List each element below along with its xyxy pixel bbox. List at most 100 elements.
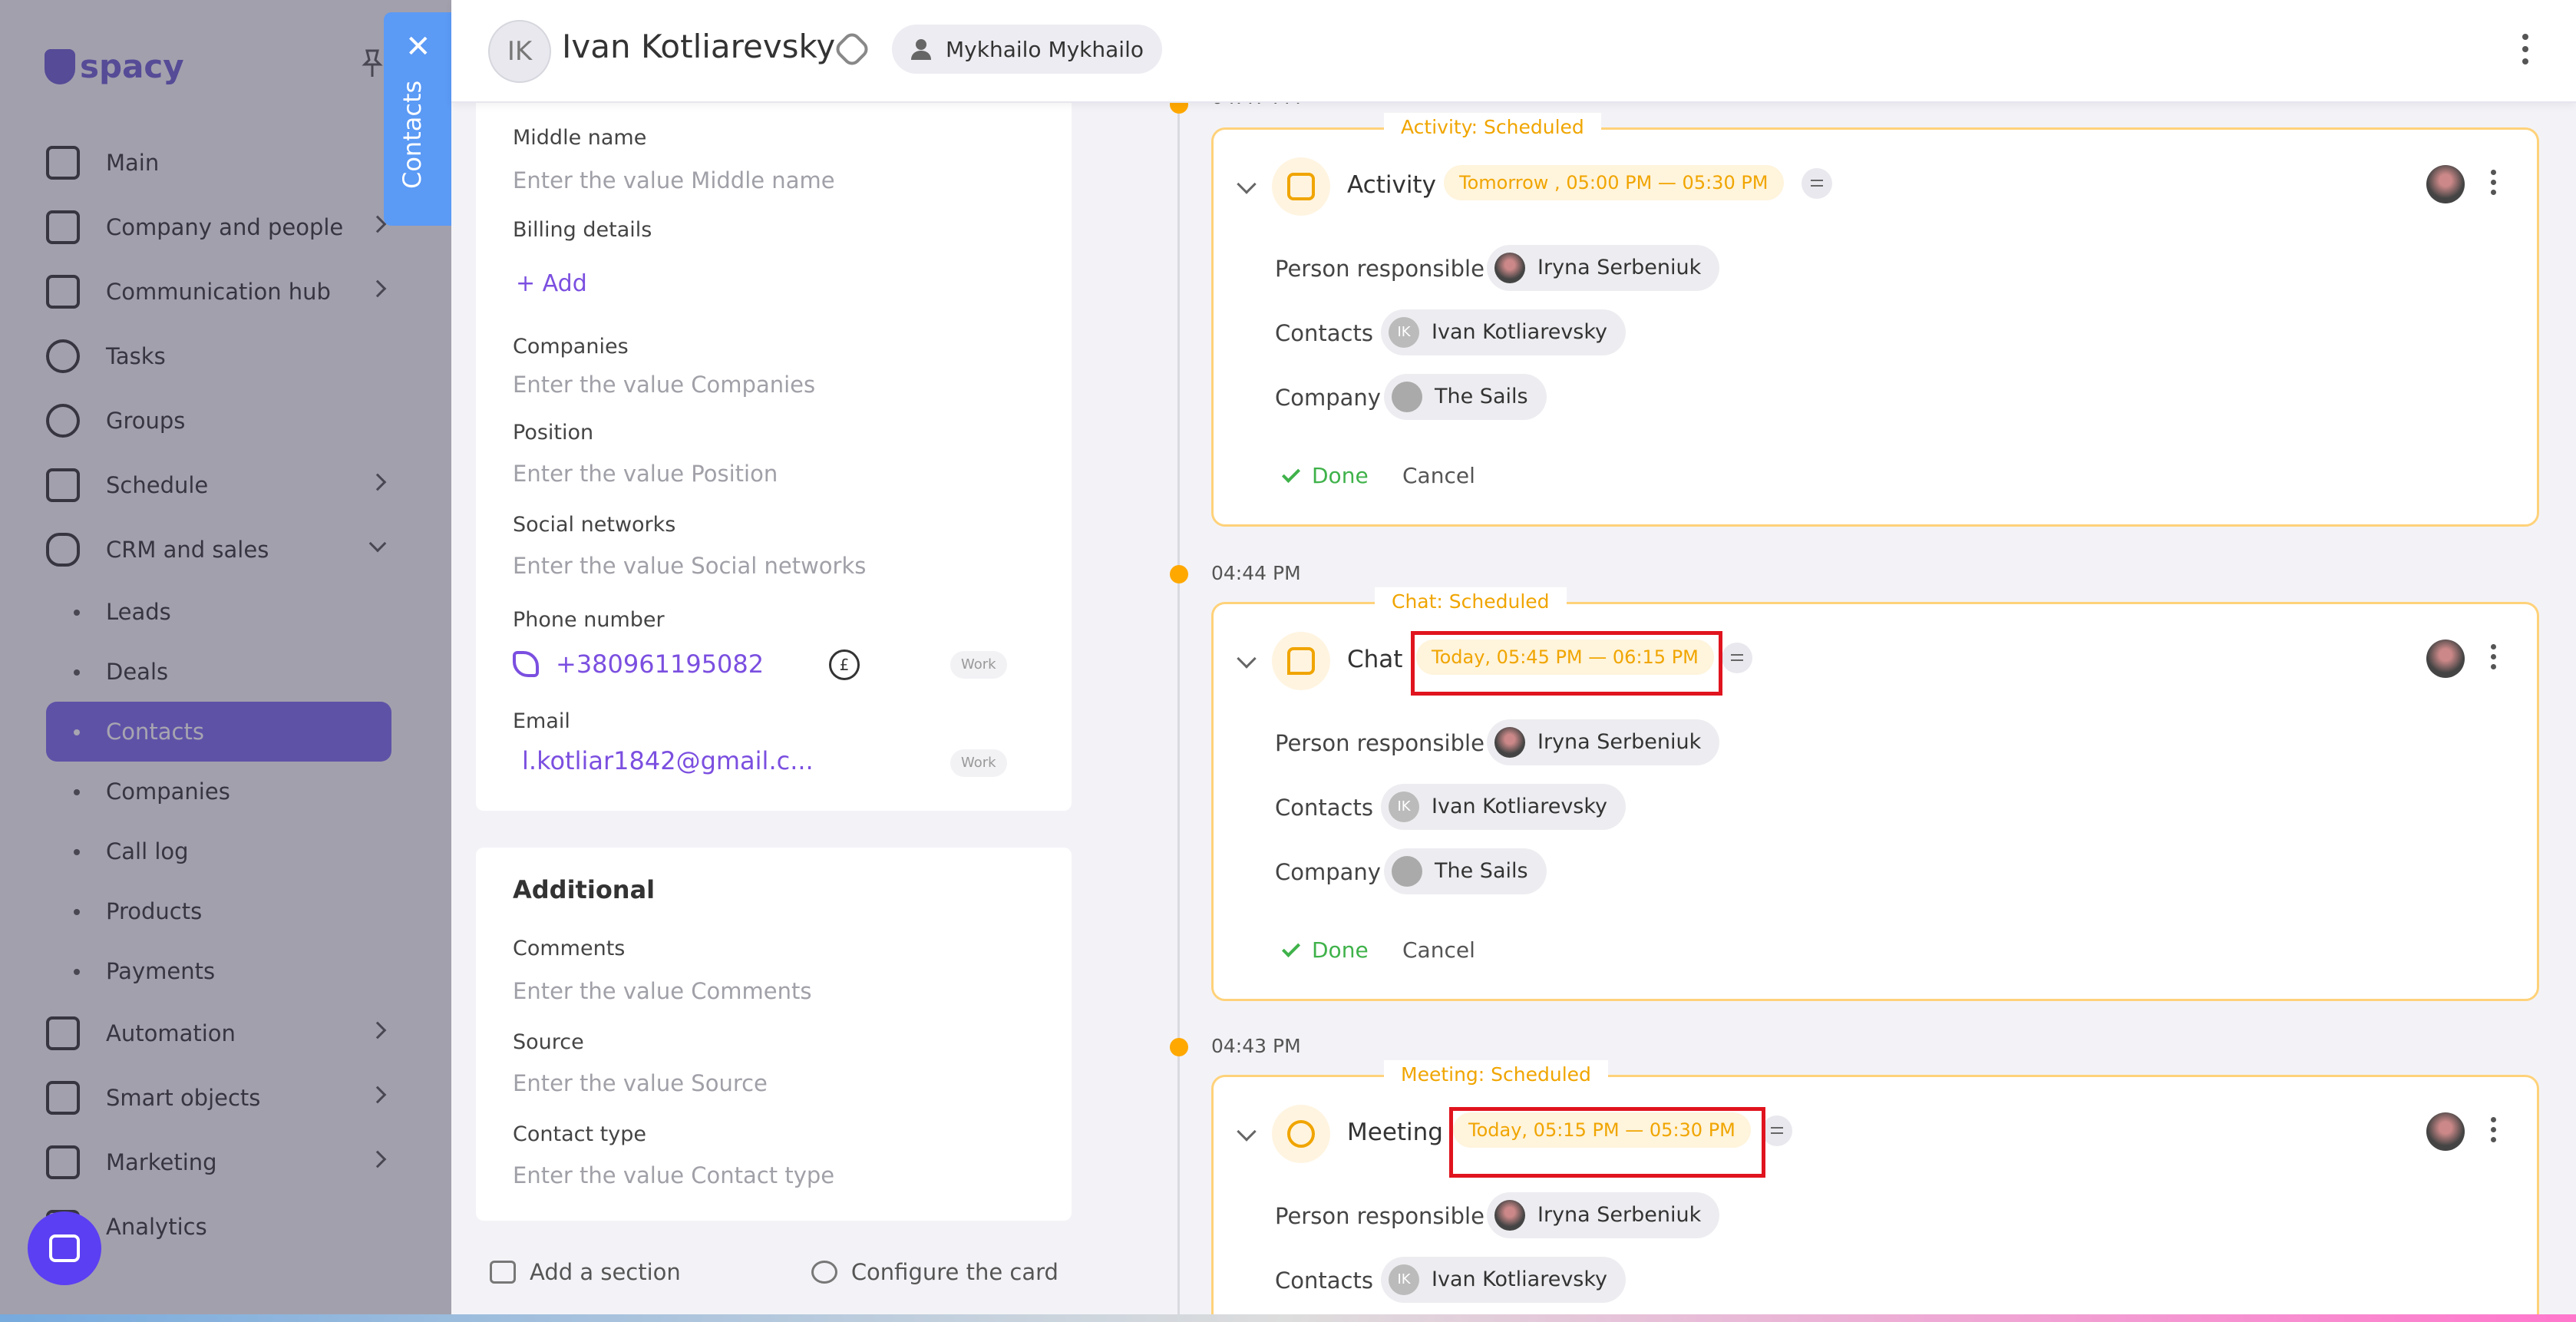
more-options-icon[interactable] xyxy=(2491,644,2498,674)
card-bottom-actions: Add a section Configure the card xyxy=(490,1259,1058,1285)
person-name: Iryna Serbeniuk xyxy=(1537,1203,1702,1227)
contact-chip[interactable]: IK Ivan Kotliarevsky xyxy=(1381,784,1627,830)
more-options-icon[interactable] xyxy=(2491,1117,2498,1147)
activity-card: Activity: Scheduled Activity Tomorrow , … xyxy=(1211,113,2539,527)
person-responsible-label: Person responsible xyxy=(1275,730,1485,756)
check-icon xyxy=(1281,464,1301,483)
contacts-label: Contacts xyxy=(1275,1267,1373,1294)
billing-details-label: Billing details xyxy=(513,218,652,242)
support-chat-button[interactable] xyxy=(28,1211,101,1285)
done-label: Done xyxy=(1312,937,1369,963)
priority-icon[interactable] xyxy=(1762,1115,1792,1146)
bottom-strip xyxy=(0,1314,2576,1322)
position-field[interactable]: Enter the value Position xyxy=(513,461,778,487)
company-label: Company xyxy=(1275,859,1381,885)
contact-name: Ivan Kotliarevsky xyxy=(1432,1267,1608,1291)
configure-card-button[interactable]: Configure the card xyxy=(811,1259,1058,1285)
timeline-dot xyxy=(1170,1038,1188,1056)
phone-number-value: +380961195082 xyxy=(556,649,765,679)
timeline-line xyxy=(1177,103,1180,1322)
email-type-badge: Work xyxy=(950,749,1007,777)
activity-type: Chat xyxy=(1347,646,1403,673)
chevron-down-icon[interactable] xyxy=(1237,1122,1257,1142)
cancel-button[interactable]: Cancel xyxy=(1402,937,1475,963)
chat-icon xyxy=(49,1234,80,1262)
owner-name: Mykhailo Mykhailo xyxy=(946,36,1144,62)
done-label: Done xyxy=(1312,463,1369,488)
source-field[interactable]: Enter the value Source xyxy=(513,1070,768,1096)
avatar xyxy=(1494,253,1525,283)
email-label: Email xyxy=(513,709,570,733)
person-chip[interactable]: Iryna Serbeniuk xyxy=(1487,245,1720,291)
avatar xyxy=(2426,165,2465,203)
cancel-button[interactable]: Cancel xyxy=(1402,463,1475,488)
building-icon xyxy=(1392,856,1422,887)
avatar xyxy=(2426,1112,2465,1151)
contacts-side-tab[interactable]: ✕ Contacts xyxy=(384,12,451,226)
priority-icon[interactable] xyxy=(1802,168,1832,199)
chevron-down-icon[interactable] xyxy=(1237,649,1257,669)
contact-chip[interactable]: IK Ivan Kotliarevsky xyxy=(1381,1257,1627,1303)
link-icon[interactable] xyxy=(832,29,872,69)
timeline-time: 04:44 PM xyxy=(1211,562,1301,584)
contact-name: Ivan Kotliarevsky xyxy=(1432,320,1608,344)
status-badge: Chat: Scheduled xyxy=(1375,587,1567,616)
add-section-button[interactable]: Add a section xyxy=(490,1259,681,1285)
contact-type-field[interactable]: Enter the value Contact type xyxy=(513,1162,834,1188)
timeline-time: 04:43 PM xyxy=(1211,1035,1301,1057)
avatar xyxy=(1494,727,1525,758)
person-name: Iryna Serbeniuk xyxy=(1537,256,1702,279)
priority-icon[interactable] xyxy=(1722,643,1752,673)
close-icon[interactable]: ✕ xyxy=(405,29,431,64)
person-responsible-label: Person responsible xyxy=(1275,256,1485,282)
company-chip[interactable]: The Sails xyxy=(1384,848,1547,894)
avatar: IK xyxy=(1389,317,1419,348)
currency-icon[interactable]: £ xyxy=(829,649,860,680)
meeting-card: Meeting: Scheduled Meeting Today, 05:15 … xyxy=(1211,1060,2539,1322)
add-billing-button[interactable]: + Add xyxy=(516,270,587,297)
contact-type-label: Contact type xyxy=(513,1122,646,1146)
activity-type: Activity xyxy=(1347,171,1436,199)
social-networks-field[interactable]: Enter the value Social networks xyxy=(513,553,866,579)
page-title: Ivan Kotliarevsky xyxy=(562,28,836,65)
person-chip[interactable]: Iryna Serbeniuk xyxy=(1487,719,1720,765)
building-icon xyxy=(1392,382,1422,412)
owner-chip[interactable]: Mykhailo Mykhailo xyxy=(892,25,1162,74)
comments-field[interactable]: Enter the value Comments xyxy=(513,978,812,1004)
add-section-label: Add a section xyxy=(530,1259,681,1285)
companies-field[interactable]: Enter the value Companies xyxy=(513,372,815,398)
company-chip[interactable]: The Sails xyxy=(1384,374,1547,420)
comments-label: Comments xyxy=(513,937,626,960)
status-badge: Activity: Scheduled xyxy=(1384,113,1601,142)
company-name: The Sails xyxy=(1435,859,1528,883)
done-button[interactable]: Done xyxy=(1281,937,1369,963)
email-link[interactable]: l.kotliar1842@gmail.c... xyxy=(522,746,814,775)
contact-chip[interactable]: IK Ivan Kotliarevsky xyxy=(1381,309,1627,355)
additional-card: Additional Comments Enter the value Comm… xyxy=(476,848,1072,1221)
chevron-down-icon[interactable] xyxy=(1237,174,1257,194)
chat-icon xyxy=(1272,632,1330,690)
phone-number-label: Phone number xyxy=(513,608,665,632)
avatar xyxy=(2426,640,2465,678)
avatar: IK xyxy=(1389,1264,1419,1295)
company-name: The Sails xyxy=(1435,385,1528,408)
middle-name-field[interactable]: Enter the value Middle name xyxy=(513,167,835,193)
main-fields-card: Middle name Enter the value Middle name … xyxy=(476,103,1072,811)
configure-card-label: Configure the card xyxy=(850,1259,1058,1285)
side-tab-label: Contacts xyxy=(398,80,427,189)
highlight-box xyxy=(1411,631,1722,696)
person-name: Iryna Serbeniuk xyxy=(1537,730,1702,754)
activity-type: Meeting xyxy=(1347,1119,1443,1146)
done-button[interactable]: Done xyxy=(1281,463,1369,488)
more-options-icon[interactable] xyxy=(2521,34,2530,68)
person-responsible-label: Person responsible xyxy=(1275,1203,1485,1229)
user-icon xyxy=(911,39,931,60)
highlight-box xyxy=(1449,1107,1765,1178)
position-label: Position xyxy=(513,421,594,445)
contact-header: IK Ivan Kotliarevsky Mykhailo Mykhailo xyxy=(451,0,2576,103)
source-label: Source xyxy=(513,1030,584,1054)
more-options-icon[interactable] xyxy=(2491,170,2498,200)
person-chip[interactable]: Iryna Serbeniuk xyxy=(1487,1192,1720,1238)
time-range-chip[interactable]: Tomorrow , 05:00 PM — 05:30 PM xyxy=(1444,165,1784,200)
phone-number-link[interactable]: +380961195082 xyxy=(513,649,764,679)
